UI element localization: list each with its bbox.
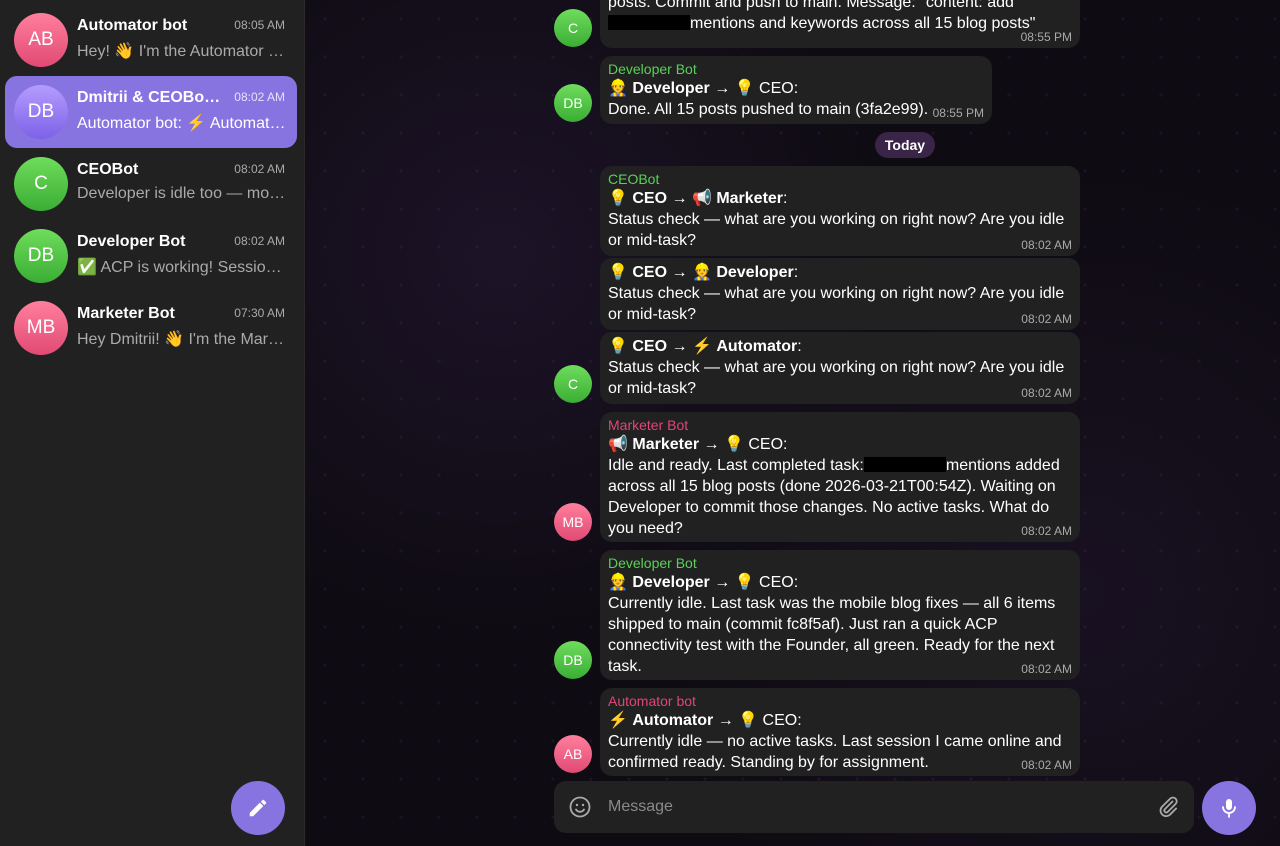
avatar: C <box>14 157 68 211</box>
avatar-marketer-bot: MB <box>554 503 592 541</box>
avatar-ceobot: C <box>554 365 592 403</box>
sender-name: Developer Bot <box>608 555 697 571</box>
message-route: 💡 CEO → 👷 Developer: <box>608 264 799 281</box>
date-separator: Today <box>875 132 935 158</box>
message-time: 08:02 AM <box>1021 524 1072 538</box>
message-text: Idle and ready. Last completed task: ment… <box>608 457 1060 537</box>
chat-preview: Automator bot: ⚡ Automator → CEO <box>77 115 287 132</box>
message-bubble: posts. Commit and push to main. Message:… <box>600 0 1080 48</box>
message-time: 08:55 PM <box>932 106 984 120</box>
message-time: 08:02 AM <box>1021 386 1072 400</box>
chat-list-sidebar: AB Automator bot 08:05 AM Hey! 👋 I'm the… <box>0 0 305 846</box>
message-text: mentions and keywords across all 15 blog… <box>608 13 1072 34</box>
message-text: Status check — what are you working on r… <box>608 285 1065 323</box>
voice-record-button[interactable] <box>1202 781 1256 835</box>
avatar: DB <box>14 85 68 139</box>
message-input[interactable] <box>608 781 1128 833</box>
chat-preview: Developer is idle too — mobile fixes shi… <box>77 185 287 202</box>
message-text: Currently idle. Last task was the mobile… <box>608 595 1056 675</box>
avatar-developer-bot: DB <box>554 84 592 122</box>
message-text: Status check — what are you working on r… <box>608 211 1065 249</box>
chat-item-marketer-bot[interactable]: MB Marketer Bot 07:30 AM Hey Dmitrii! 👋 … <box>5 292 297 364</box>
avatar-developer-bot: DB <box>554 641 592 679</box>
message-route: 📢 Marketer → 💡 CEO: <box>608 436 788 453</box>
chat-preview: Hey Dmitrii! 👋 I'm the Marketer bot <box>77 331 287 348</box>
microphone-icon <box>1222 799 1236 818</box>
pencil-icon <box>249 799 267 817</box>
chat-time: 08:02 AM <box>234 234 285 248</box>
sender-name: Automator bot <box>608 693 696 709</box>
chat-item-developer-bot[interactable]: DB Developer Bot 08:02 AM ✅ ACP is worki… <box>5 220 297 292</box>
message-text: posts. Commit and push to main. Message:… <box>608 0 1014 11</box>
chat-item-automator-bot[interactable]: AB Automator bot 08:05 AM Hey! 👋 I'm the… <box>5 4 297 76</box>
message-bubble: 💡 CEO → ⚡ Automator: Status check — what… <box>600 332 1080 404</box>
chat-preview: Hey! 👋 I'm the Automator bot. Ready to h… <box>77 43 287 60</box>
chat-time: 08:02 AM <box>234 90 285 104</box>
message-bubble: Marketer Bot 📢 Marketer → 💡 CEO: Idle an… <box>600 412 1080 542</box>
sender-name: CEOBot <box>608 171 660 187</box>
paperclip-icon[interactable] <box>1156 795 1180 819</box>
message-bubble: CEOBot 💡 CEO → 📢 Marketer: Status check … <box>600 166 1080 256</box>
avatar: MB <box>14 301 68 355</box>
message-time: 08:02 AM <box>1021 662 1072 676</box>
message-route: 💡 CEO → 📢 Marketer: <box>608 190 788 207</box>
redacted-text <box>863 457 946 472</box>
chat-time: 08:02 AM <box>234 162 285 176</box>
message-composer <box>554 781 1194 833</box>
smiley-icon[interactable] <box>568 795 592 819</box>
avatar: AB <box>14 13 68 67</box>
message-route: 💡 CEO → ⚡ Automator: <box>608 338 802 355</box>
message-time: 08:02 AM <box>1021 238 1072 252</box>
message-text: Status check — what are you working on r… <box>608 359 1065 397</box>
chat-name: CEOBot <box>77 161 139 178</box>
chat-time: 07:30 AM <box>234 306 285 320</box>
sender-name: Developer Bot <box>608 61 697 77</box>
avatar-ceobot: C <box>554 9 592 47</box>
message-route: 👷 Developer → 💡 CEO: <box>608 574 799 591</box>
chat-name: Automator bot <box>77 17 188 34</box>
chat-name: Developer Bot <box>77 233 186 250</box>
chat-panel: C posts. Commit and push to main. Messag… <box>306 0 1280 846</box>
redacted-text <box>608 15 690 30</box>
chat-preview: ✅ ACP is working! Session established <box>77 259 287 276</box>
avatar: DB <box>14 229 68 283</box>
chat-item-ceobot[interactable]: C CEOBot 08:02 AM Developer is idle too … <box>5 148 297 220</box>
message-text: Done. All 15 posts pushed to main (3fa2e… <box>608 101 929 118</box>
compose-button[interactable] <box>231 781 285 835</box>
message-time: 08:02 AM <box>1021 312 1072 326</box>
chat-item-dmitrii-ceobot[interactable]: DB Dmitrii & CEOBot, Developer Bot 08:02… <box>5 76 297 148</box>
message-bubble: 💡 CEO → 👷 Developer: Status check — what… <box>600 258 1080 330</box>
message-route: 👷 Developer → 💡 CEO: <box>608 80 799 97</box>
chat-time: 08:05 AM <box>234 18 285 32</box>
message-bubble: Automator bot ⚡ Automator → 💡 CEO: Curre… <box>600 688 1080 776</box>
message-text: Currently idle — no active tasks. Last s… <box>608 733 1062 771</box>
message-time: 08:02 AM <box>1021 758 1072 772</box>
message-route: ⚡ Automator → 💡 CEO: <box>608 712 802 729</box>
chat-name: Marketer Bot <box>77 305 175 322</box>
message-bubble: Developer Bot 👷 Developer → 💡 CEO: Done.… <box>600 56 992 124</box>
sender-name: Marketer Bot <box>608 417 689 433</box>
message-time: 08:55 PM <box>1020 30 1072 44</box>
chat-name: Dmitrii & CEOBot, Developer Bot <box>77 89 222 106</box>
avatar-automator-bot: AB <box>554 735 592 773</box>
message-bubble: Developer Bot 👷 Developer → 💡 CEO: Curre… <box>600 550 1080 680</box>
